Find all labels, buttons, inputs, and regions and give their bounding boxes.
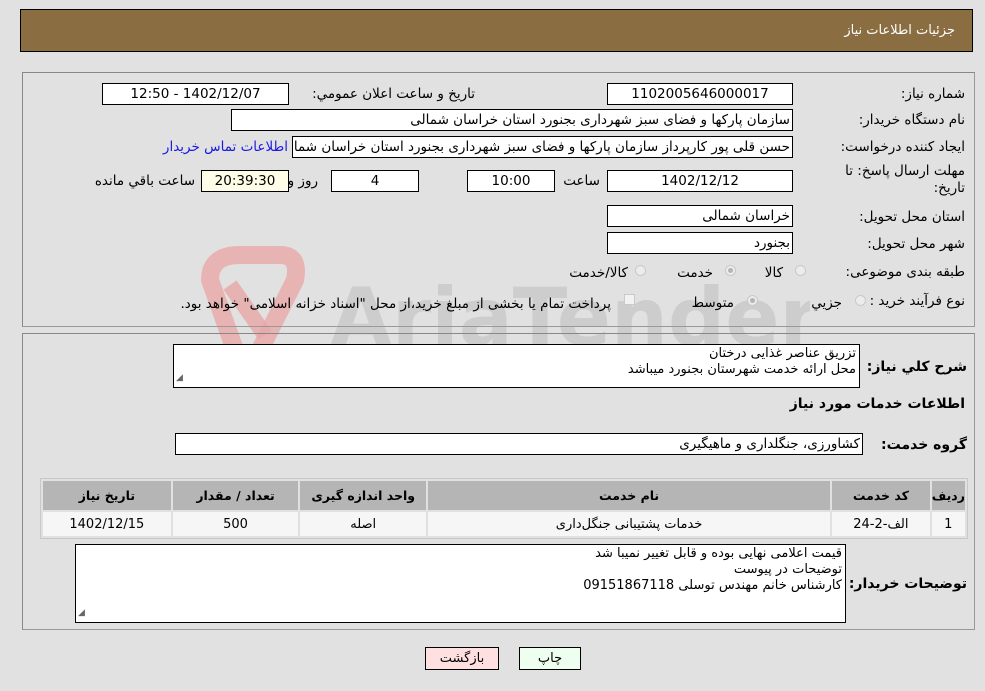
buyer-org-label: نام دستگاه خريدار:	[858, 112, 965, 128]
category-option-service: خدمت	[677, 265, 713, 281]
remaining-days-field: 4	[331, 170, 419, 192]
column-header-service-name: نام خدمت	[428, 481, 831, 510]
deadline-label-2: تاریخ:	[933, 180, 965, 196]
service-group-label: گروه خدمت:	[881, 437, 967, 453]
service-group-field: کشاورزی، جنگلداری و ماهیگیری	[175, 433, 863, 455]
remaining-time-field: 20:39:30	[201, 170, 289, 192]
need-number-field: 1102005646000017	[607, 83, 793, 105]
page-title: جزئیات اطلاعات نیاز	[844, 23, 955, 38]
buyer-notes-line: کارشناس خانم مهندس توسلی 09151867118	[583, 578, 842, 593]
province-label: استان محل تحویل:	[859, 209, 965, 225]
treasury-payment-checkbox[interactable]	[624, 294, 635, 305]
buyer-notes-line: توضیحات در پیوست	[733, 562, 842, 577]
cell-row-number: 1	[931, 512, 965, 536]
column-header-quantity: تعداد / مقدار	[172, 481, 299, 510]
process-radio-minor[interactable]	[855, 295, 866, 306]
cell-service-name: خدمات پشتیبانی جنگل‌داری	[428, 512, 831, 536]
buyer-notes-line: قیمت اعلامی نهایی بوده و قابل تغییر نمیب…	[595, 546, 842, 561]
need-number-label: شماره نیاز:	[900, 86, 965, 102]
description-line: تزریق عناصر غذایی درختان	[709, 346, 856, 361]
table-row: 1 الف-2-24 خدمات پشتیبانی جنگل‌داری اصله…	[43, 512, 965, 536]
city-label: شهر محل تحویل:	[867, 236, 965, 252]
column-header-unit: واحد اندازه گیری	[300, 481, 427, 510]
buyer-notes-textarea[interactable]: قیمت اعلامی نهایی بوده و قابل تغییر نمیب…	[75, 544, 846, 623]
days-label: روز و	[287, 173, 318, 189]
buyer-notes-label: توضیحات خریدار:	[848, 576, 967, 592]
page-header: جزئیات اطلاعات نیاز	[20, 9, 973, 52]
creator-field: حسن قلی پور کارپرداز سازمان پارکها و فضا…	[292, 136, 793, 158]
process-option-medium: متوسط	[691, 295, 734, 311]
deadline-time-field: 10:00	[467, 170, 555, 192]
announce-date-label: تاریخ و ساعت اعلان عمومي:	[312, 86, 475, 102]
column-header-need-date: تاریخ نیاز	[43, 481, 171, 510]
category-option-goods: کالا	[764, 265, 783, 281]
deadline-time-label: ساعت	[563, 173, 600, 189]
deadline-date-field: 1402/12/12	[607, 170, 793, 192]
services-section-title: اطلاعات خدمات مورد نیاز	[789, 396, 965, 412]
services-table: ردیف کد خدمت نام خدمت واحد اندازه گیری ت…	[40, 478, 968, 539]
description-line: محل ارائه خدمت شهرستان بجنورد میباشد	[627, 362, 856, 377]
print-button[interactable]: چاپ	[519, 647, 581, 670]
buyer-contact-link[interactable]: اطلاعات تماس خریدار	[163, 139, 288, 155]
process-option-minor: جزيي	[811, 295, 842, 311]
back-button[interactable]: بازگشت	[425, 647, 499, 670]
buyer-org-field: سازمان پارکها و فضای سبز شهرداری بجنورد …	[231, 109, 793, 131]
column-header-service-code: کد خدمت	[832, 481, 930, 510]
cell-unit: اصله	[300, 512, 427, 536]
remaining-time-label: ساعت باقي مانده	[94, 173, 195, 189]
description-textarea[interactable]: تزریق عناصر غذایی درختان محل ارائه خدمت …	[173, 344, 860, 388]
announce-date-field: 1402/12/07 - 12:50	[102, 83, 289, 105]
cell-quantity: 500	[172, 512, 299, 536]
province-field: خراسان شمالی	[607, 205, 793, 227]
treasury-payment-note: پرداخت تمام یا بخشی از مبلغ خرید،از محل …	[180, 296, 611, 312]
column-header-row-number: ردیف	[931, 481, 965, 510]
process-radio-medium[interactable]	[747, 295, 758, 306]
category-radio-goods-service[interactable]	[635, 265, 646, 276]
cell-service-code: الف-2-24	[832, 512, 930, 536]
creator-label: ایجاد کننده درخواست:	[840, 139, 965, 155]
description-label: شرح کلي نياز:	[866, 359, 967, 375]
category-radio-goods[interactable]	[795, 265, 806, 276]
deadline-label: مهلت ارسال پاسخ: تا	[845, 163, 965, 179]
table-header-row: ردیف کد خدمت نام خدمت واحد اندازه گیری ت…	[43, 481, 965, 510]
resize-grip-icon[interactable]: ◢	[78, 605, 85, 621]
category-option-goods-service: کالا/خدمت	[569, 265, 628, 281]
city-field: بجنورد	[607, 232, 793, 254]
resize-grip-icon[interactable]: ◢	[176, 370, 183, 386]
process-type-label: نوع فرآیند خرید :	[869, 293, 965, 309]
cell-need-date: 1402/12/15	[43, 512, 171, 536]
category-label: طبقه بندی موضوعی:	[845, 264, 965, 280]
category-radio-service[interactable]	[725, 265, 736, 276]
